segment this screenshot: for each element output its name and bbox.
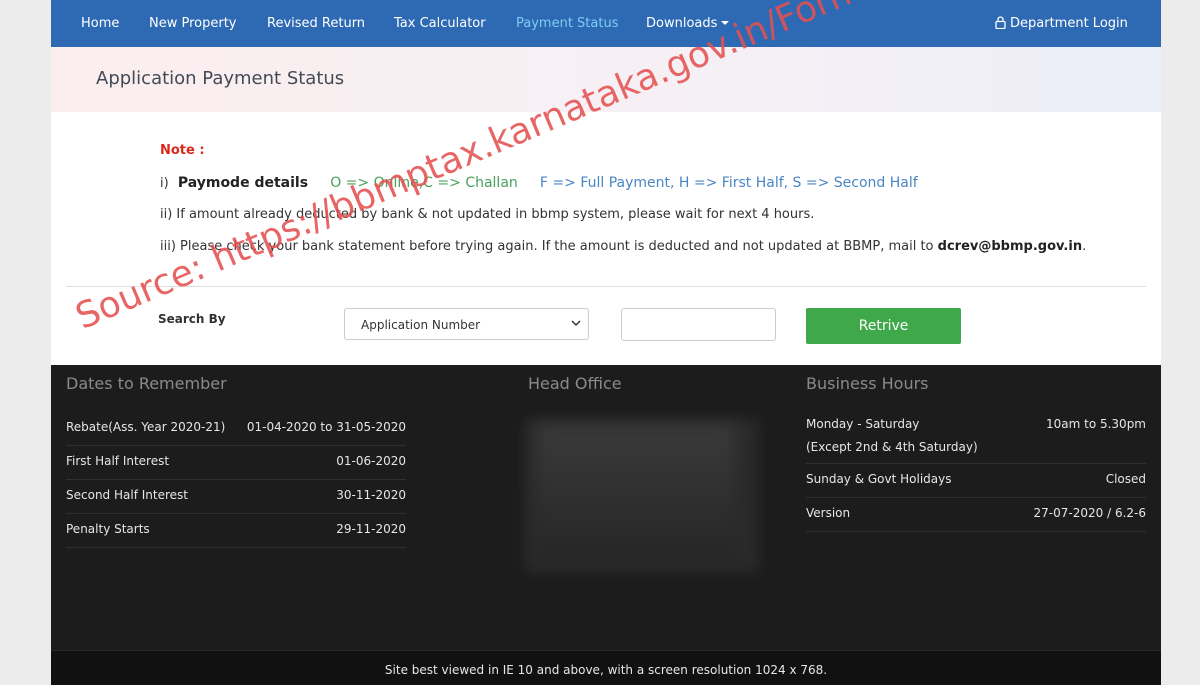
note-line-3-end: . — [1082, 239, 1087, 254]
payment-type-legend: F => Full Payment, H => First Half, S =>… — [539, 175, 918, 191]
contact-email: dcrev@bbmp.gov.in — [937, 239, 1083, 254]
business-hours-heading: Business Hours — [806, 374, 929, 393]
date-row-label: Rebate(Ass. Year 2020-21) — [66, 420, 226, 434]
date-row-label: Second Half Interest — [66, 488, 188, 502]
date-row-value: 01-04-2020 to 31-05-2020 — [246, 420, 406, 434]
note-label: Note : — [160, 143, 205, 158]
bottom-bar: Site best viewed in IE 10 and above, wit… — [51, 650, 1161, 685]
title-banner: Application Payment Status — [51, 47, 1161, 112]
note-line-3: iii) Please check your bank statement be… — [160, 239, 1086, 254]
version-row: Version 27-07-2020 / 6.2-6 — [806, 498, 1146, 532]
nav-home[interactable]: Home — [81, 0, 119, 47]
lock-icon — [995, 16, 1006, 29]
retrieve-button[interactable]: Retrive — [806, 308, 961, 344]
section-divider — [66, 286, 1146, 287]
hours-row: Sunday & Govt Holidays Closed — [806, 464, 1146, 498]
date-row: Rebate(Ass. Year 2020-21) 01-04-2020 to … — [66, 412, 406, 446]
holiday-label: Sunday & Govt Holidays — [806, 472, 952, 486]
date-row: Second Half Interest 30-11-2020 — [66, 480, 406, 514]
top-navbar: Home New Property Revised Return Tax Cal… — [51, 0, 1161, 47]
weekday-note: (Except 2nd & 4th Saturday) — [806, 440, 978, 454]
date-row: First Half Interest 01-06-2020 — [66, 446, 406, 480]
weekday-hours: 10am to 5.30pm — [1045, 417, 1146, 431]
search-type-select[interactable]: Application Number — [344, 308, 589, 340]
hours-row: Monday - Saturday (Except 2nd & 4th Satu… — [806, 406, 1146, 464]
weekday-label: Monday - Saturday — [806, 417, 920, 431]
page-container: Home New Property Revised Return Tax Cal… — [51, 0, 1161, 685]
date-row-value: 30-11-2020 — [336, 488, 406, 502]
nav-new-property[interactable]: New Property — [149, 0, 237, 47]
date-row-label: Penalty Starts — [66, 522, 150, 536]
paymode-legend: O => Online,C => Challan — [330, 175, 518, 191]
caret-down-icon — [721, 21, 730, 25]
search-type-selected: Application Number — [361, 318, 481, 332]
date-row: Penalty Starts 29-11-2020 — [66, 514, 406, 548]
nav-revised-return[interactable]: Revised Return — [267, 0, 365, 47]
dates-heading: Dates to Remember — [66, 374, 227, 393]
page-title: Application Payment Status — [96, 68, 345, 89]
nav-downloads[interactable]: Downloads — [646, 0, 730, 47]
version-value: 27-07-2020 / 6.2-6 — [1033, 506, 1146, 520]
paymode-details-label: Paymode details — [177, 175, 309, 191]
search-by-label: Search By — [158, 312, 226, 326]
holiday-value: Closed — [1105, 472, 1146, 486]
browser-notice: Site best viewed in IE 10 and above, wit… — [384, 663, 828, 677]
date-row-value: 01-06-2020 — [336, 454, 406, 468]
nav-downloads-label: Downloads — [646, 16, 718, 31]
date-row-value: 29-11-2020 — [336, 522, 406, 536]
blurred-address-content — [536, 425, 736, 565]
note-line-3-text: iii) Please check your bank statement be… — [160, 239, 934, 254]
nav-payment-status[interactable]: Payment Status — [516, 0, 618, 47]
department-login-label: Department Login — [1010, 16, 1128, 31]
footer: Dates to Remember Rebate(Ass. Year 2020-… — [51, 365, 1161, 650]
application-number-input[interactable] — [621, 308, 776, 341]
note-line-2: ii) If amount already deducted by bank &… — [160, 207, 815, 222]
department-login-link[interactable]: Department Login — [995, 0, 1128, 47]
version-label: Version — [806, 506, 851, 520]
note-line-1: i) Paymode details O => Online,C => Chal… — [160, 175, 918, 191]
nav-tax-calculator[interactable]: Tax Calculator — [394, 0, 486, 47]
note-line-1-prefix: i) — [160, 176, 169, 191]
head-office-heading: Head Office — [528, 374, 622, 393]
chevron-down-icon — [571, 320, 581, 327]
date-row-label: First Half Interest — [66, 454, 170, 468]
